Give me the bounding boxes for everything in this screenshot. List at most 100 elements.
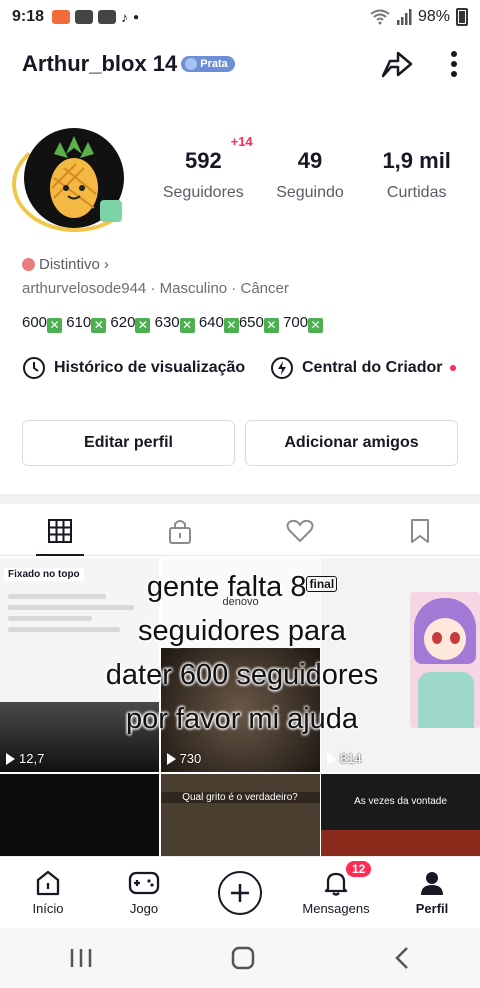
overlay-line: por favor mi ajuda [125, 703, 359, 735]
nav-game[interactable]: Jogo [96, 857, 192, 928]
username: Arthur_blox 14 [22, 51, 178, 76]
video-thumbnail[interactable] [0, 774, 159, 856]
followers-count: 592 [184, 148, 222, 173]
likes-stat[interactable]: 1,9 mil Curtidas [363, 148, 470, 202]
profile-stats: +14 592 Seguidores 49 Seguindo 1,9 mil C… [150, 134, 470, 202]
content-tabs [0, 506, 480, 556]
anime-character-image [410, 592, 480, 728]
cross-mark-icon: ✕ [179, 318, 195, 333]
overlay-text: gente falta 8 final seguidores para dater… [72, 562, 412, 741]
lightning-icon [271, 357, 293, 379]
chevron-right-icon: › [103, 256, 109, 273]
youtube-icon-2 [98, 10, 117, 24]
tab-videos[interactable] [0, 506, 120, 556]
notification-icons: ♪ ● [52, 9, 139, 25]
home-button-icon[interactable] [230, 945, 256, 971]
level-badge-label: Prata [200, 58, 228, 70]
thumbnail-photo [321, 830, 480, 856]
view-count: 12,7 [6, 751, 44, 766]
tab-liked[interactable] [240, 506, 360, 555]
share-icon[interactable] [380, 49, 414, 79]
followers-stat[interactable]: +14 592 Seguidores [150, 134, 257, 202]
overlay-line-text: gente falta 8 [146, 571, 307, 603]
handle: arthurvelosode944 [22, 280, 147, 297]
status-bar: 9:18 ♪ ● 98% [0, 0, 480, 34]
tiktok-icon: ♪ [121, 9, 129, 25]
battery-percent: 98% [417, 8, 450, 25]
cross-mark-icon: ✕ [47, 318, 63, 333]
nav-home-label: Início [32, 901, 64, 916]
heart-icon [286, 519, 314, 542]
more-dot-icon: ● [133, 11, 140, 23]
gamepad-icon [128, 871, 160, 895]
nav-game-label: Jogo [129, 901, 159, 916]
view-history-label: Histórico de visualização [54, 359, 246, 376]
view-count-value: 12,7 [19, 751, 45, 766]
avatar[interactable] [12, 128, 138, 232]
app-notification-icon [52, 10, 71, 24]
tab-saved[interactable] [360, 506, 480, 555]
system-navigation [0, 928, 480, 988]
bio-number: 610 [66, 314, 92, 331]
thumbnail-caption: As vezes da vontade [354, 796, 447, 807]
following-count: 49 [297, 148, 323, 173]
bio-number: 600 [22, 314, 48, 331]
nav-profile-label: Perfil [415, 901, 449, 916]
bio: 600 ✕ 610 ✕ 620 ✕ 630 ✕ 640 ✕ 650 ✕ 700 ✕ [22, 314, 324, 333]
following-stat[interactable]: 49 Seguindo [257, 148, 364, 202]
cross-mark-icon: ✕ [91, 318, 107, 333]
nav-messages-label: Mensagens [302, 901, 370, 916]
nav-home[interactable]: Início [0, 857, 96, 928]
bio-number: 650 [238, 314, 264, 331]
video-thumbnail[interactable]: Qual grito é o verdadeiro? [160, 774, 320, 856]
bell-icon [324, 872, 348, 896]
nav-create[interactable] [192, 857, 288, 928]
back-icon[interactable] [392, 945, 412, 971]
battery-icon [456, 8, 468, 26]
cross-mark-icon: ✕ [223, 318, 239, 333]
view-count-value: 730 [179, 751, 202, 766]
followers-label: Seguidores [162, 184, 244, 201]
profile-icon [421, 872, 443, 895]
view-history-link[interactable]: Histórico de visualização [22, 356, 245, 380]
bio-number: 620 [110, 314, 136, 331]
nav-messages[interactable]: 12 Mensagens [288, 857, 384, 928]
view-count: 730 [166, 751, 202, 766]
creator-center-link[interactable]: Central do Criador [270, 356, 457, 380]
notification-dot [450, 365, 457, 371]
creator-center-label: Central do Criador [302, 359, 443, 376]
sticker-icon [100, 200, 122, 222]
zodiac-sign: Câncer [227, 280, 289, 297]
youtube-icon [75, 10, 94, 24]
overlay-line: dater 600 seguidores [105, 659, 379, 691]
followers-delta: +14 [230, 134, 253, 149]
level-badge[interactable]: Prata [181, 56, 235, 72]
plus-icon [231, 883, 249, 902]
overlay-line: seguidores para [138, 615, 346, 647]
recent-apps-icon[interactable] [68, 946, 94, 970]
badge-link-label: Distintivo [39, 256, 100, 273]
home-icon [36, 870, 60, 896]
bookmark-icon [411, 518, 429, 543]
play-icon [327, 752, 336, 765]
tab-private[interactable] [120, 506, 240, 555]
view-count: 814 [327, 751, 362, 766]
grid-icon [48, 518, 72, 543]
badge-hexagon-icon [22, 258, 35, 271]
clock: 9:18 [12, 8, 45, 25]
messages-badge: 12 [346, 861, 372, 877]
bio-number: 700 [283, 314, 309, 331]
create-button[interactable] [218, 870, 262, 915]
badge-link[interactable]: Distintivo › [22, 256, 109, 273]
following-label: Seguindo [276, 184, 344, 201]
overlay-line: gente falta 8 final [72, 562, 412, 609]
nav-profile[interactable]: Perfil [384, 857, 480, 928]
bio-number: 640 [198, 314, 224, 331]
cross-mark-icon: ✕ [135, 318, 151, 333]
bottom-navigation: Início Jogo 12 Mensagens Perfil [0, 856, 480, 928]
video-thumbnail[interactable]: As vezes da vontade [321, 774, 480, 856]
more-options-icon[interactable] [450, 50, 458, 78]
edit-profile-button[interactable]: Editar perfil [22, 420, 235, 466]
profile-header: Arthur_blox 14 Prata [0, 40, 480, 88]
add-friends-button[interactable]: Adicionar amigos [245, 420, 458, 466]
